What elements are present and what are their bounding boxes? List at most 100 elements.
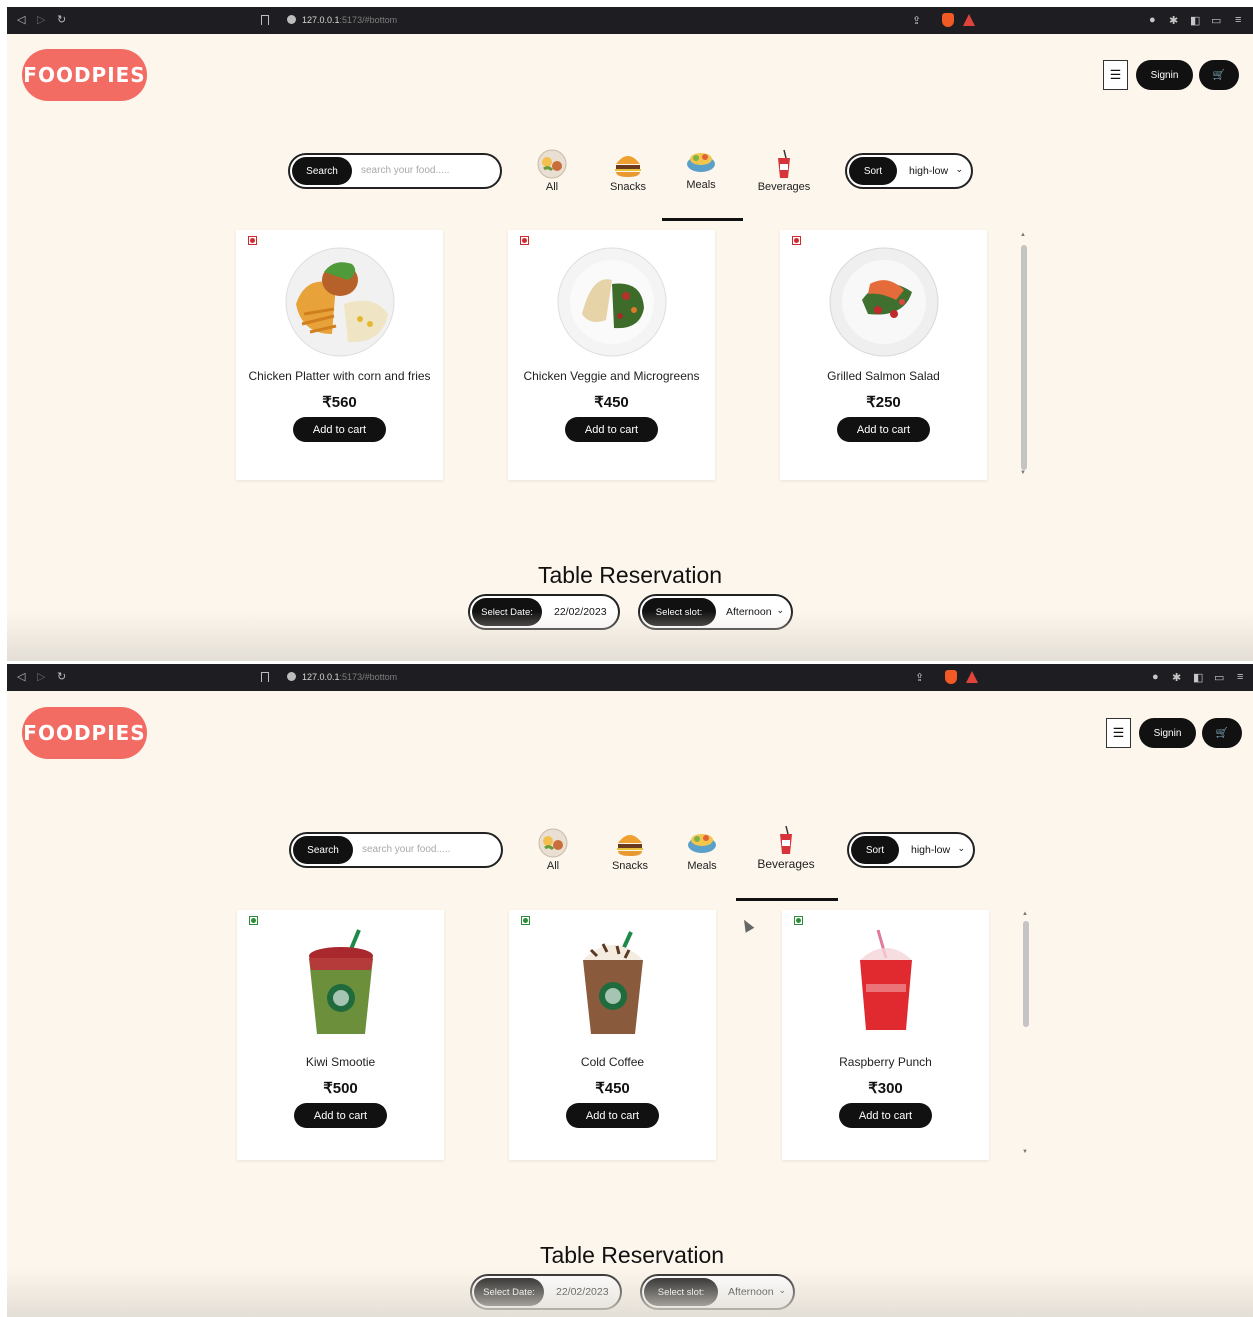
- chevron-down-icon: ⌄: [776, 605, 784, 615]
- raspberry-punch-icon: [830, 924, 942, 1040]
- sort-button[interactable]: Sort: [849, 157, 897, 185]
- reload-icon[interactable]: ↻: [57, 13, 66, 26]
- sort-control: Sort high-low ⌄: [845, 153, 973, 189]
- site-info-icon[interactable]: [287, 672, 296, 681]
- item-price: ₹250: [866, 394, 901, 411]
- extensions-icon[interactable]: ✱: [1172, 671, 1181, 684]
- add-to-cart-button[interactable]: Add to cart: [566, 1103, 659, 1128]
- food-card: Chicken Veggie and Microgreens ₹450 Add …: [508, 230, 715, 480]
- burger-icon: [613, 827, 647, 859]
- mouse-cursor-icon: [739, 917, 755, 933]
- scroll-down-icon[interactable]: ▼: [1020, 470, 1026, 476]
- category-all[interactable]: All: [517, 148, 587, 193]
- bottom-fade: [7, 1267, 1253, 1317]
- category-beverages[interactable]: Beverages: [751, 824, 821, 871]
- address-bar[interactable]: 127.0.0.1:5173/#bottom: [302, 15, 397, 25]
- cart-button[interactable]: 🛒: [1199, 60, 1239, 90]
- items-scrollbar[interactable]: ▲ ▼: [1019, 232, 1029, 478]
- brave-shield-icon[interactable]: [945, 670, 957, 684]
- items-scrollbar[interactable]: ▲ ▼: [1021, 911, 1031, 1157]
- reload-icon[interactable]: ↻: [57, 670, 66, 683]
- search-button[interactable]: Search: [292, 157, 352, 185]
- slot-picker: Select slot: Afternoon ⌄: [638, 594, 793, 630]
- sidebar-icon[interactable]: ◧: [1193, 671, 1203, 684]
- category-beverages[interactable]: Beverages: [749, 148, 819, 193]
- forward-icon[interactable]: ▷: [37, 670, 45, 683]
- date-picker: Select Date: 22/02/2023: [468, 594, 620, 630]
- scroll-down-icon[interactable]: ▼: [1022, 1149, 1028, 1155]
- forward-icon[interactable]: ▷: [37, 13, 45, 26]
- category-label: All: [545, 181, 559, 193]
- scrollbar-thumb[interactable]: [1021, 245, 1027, 470]
- search-button[interactable]: Search: [293, 836, 353, 864]
- share-icon[interactable]: ⇪: [915, 671, 924, 684]
- item-price: ₹450: [595, 1080, 630, 1097]
- select-slot-button[interactable]: Select slot:: [644, 1278, 718, 1306]
- signin-button[interactable]: Signin: [1136, 60, 1193, 90]
- extensions-icon[interactable]: ✱: [1169, 14, 1178, 27]
- search-input[interactable]: search your food.....: [361, 165, 449, 176]
- category-label: Snacks: [609, 181, 647, 193]
- profile-icon[interactable]: ●: [1152, 671, 1159, 683]
- foodpies-logo[interactable]: FOODPIES: [22, 707, 147, 759]
- slot-select[interactable]: Afternoon: [728, 1286, 774, 1298]
- browser-menu-icon[interactable]: ≡: [1237, 671, 1243, 683]
- brave-shield-icon[interactable]: [942, 13, 954, 27]
- food-card: Kiwi Smootie ₹500 Add to cart: [237, 910, 444, 1160]
- nonveg-marker-icon: [520, 236, 529, 245]
- foodpies-logo[interactable]: FOODPIES: [22, 49, 147, 101]
- add-to-cart-button[interactable]: Add to cart: [839, 1103, 932, 1128]
- veg-marker-icon: [249, 916, 258, 925]
- chicken-microgreens-icon: [556, 244, 668, 360]
- item-price: ₹560: [322, 394, 357, 411]
- brave-rewards-icon[interactable]: [963, 14, 975, 26]
- browser-toolbar: ◁ ▷ ↻ 127.0.0.1:5173/#bottom ⇪ ● ✱ ◧ ▭ ≡: [7, 7, 1253, 34]
- category-label: Meals: [686, 179, 716, 191]
- brave-rewards-icon[interactable]: [966, 671, 978, 683]
- site-info-icon[interactable]: [287, 15, 296, 24]
- sort-button[interactable]: Sort: [851, 836, 899, 864]
- menu-button[interactable]: ☰: [1103, 60, 1128, 90]
- bookmark-icon[interactable]: [261, 15, 269, 25]
- sidebar-icon[interactable]: ◧: [1190, 14, 1200, 27]
- category-snacks[interactable]: Snacks: [595, 827, 665, 872]
- share-icon[interactable]: ⇪: [912, 14, 921, 27]
- slot-select[interactable]: Afternoon: [726, 606, 772, 618]
- category-snacks[interactable]: Snacks: [593, 148, 663, 193]
- add-to-cart-button[interactable]: Add to cart: [293, 417, 386, 442]
- category-all[interactable]: All: [518, 827, 588, 872]
- date-input[interactable]: 22/02/2023: [556, 1286, 609, 1298]
- scroll-up-icon[interactable]: ▲: [1022, 911, 1028, 917]
- meals-bowl-icon: [684, 146, 718, 178]
- scrollbar-thumb[interactable]: [1023, 921, 1029, 1027]
- add-to-cart-button[interactable]: Add to cart: [294, 1103, 387, 1128]
- drink-cup-icon: [769, 824, 803, 856]
- bookmark-icon[interactable]: [261, 672, 269, 682]
- profile-icon[interactable]: ●: [1149, 14, 1156, 26]
- item-price: ₹450: [594, 394, 629, 411]
- add-to-cart-button[interactable]: Add to cart: [565, 417, 658, 442]
- select-date-button[interactable]: Select Date:: [474, 1278, 544, 1306]
- wallet-icon[interactable]: ▭: [1214, 671, 1224, 684]
- add-to-cart-button[interactable]: Add to cart: [837, 417, 930, 442]
- sort-control: Sort high-low ⌄: [847, 832, 975, 868]
- select-date-button[interactable]: Select Date:: [472, 598, 542, 626]
- date-input[interactable]: 22/02/2023: [554, 606, 607, 618]
- cart-button[interactable]: 🛒: [1202, 718, 1242, 748]
- chevron-down-icon: ⌄: [957, 843, 965, 853]
- category-meals[interactable]: Meals: [667, 827, 737, 872]
- category-meals[interactable]: Meals: [666, 146, 736, 191]
- back-icon[interactable]: ◁: [17, 13, 25, 26]
- scroll-up-icon[interactable]: ▲: [1020, 232, 1026, 238]
- search-input[interactable]: search your food.....: [362, 844, 450, 855]
- back-icon[interactable]: ◁: [17, 670, 25, 683]
- select-slot-button[interactable]: Select slot:: [642, 598, 716, 626]
- signin-button[interactable]: Signin: [1139, 718, 1196, 748]
- sort-select[interactable]: high-low: [911, 844, 950, 856]
- wallet-icon[interactable]: ▭: [1211, 14, 1221, 27]
- address-bar[interactable]: 127.0.0.1:5173/#bottom: [302, 672, 397, 682]
- cart-icon: 🛒: [1215, 727, 1229, 739]
- sort-select[interactable]: high-low: [909, 165, 948, 177]
- browser-menu-icon[interactable]: ≡: [1235, 14, 1241, 26]
- menu-button[interactable]: ☰: [1106, 718, 1131, 748]
